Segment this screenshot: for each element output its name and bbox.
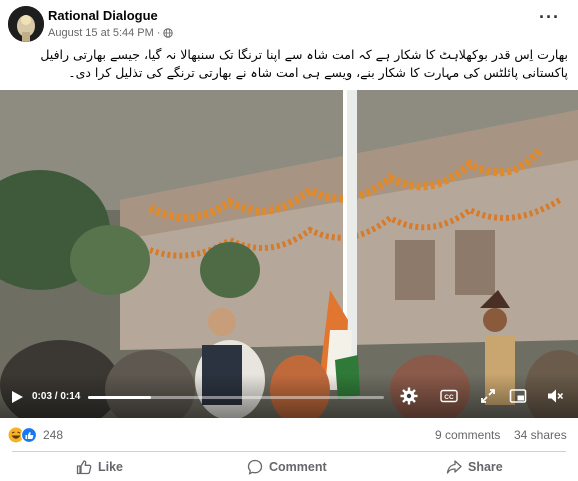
captions-icon[interactable]: CC xyxy=(440,387,458,405)
reactions-row: 248 9 comments 34 shares xyxy=(0,418,578,452)
comment-button[interactable]: Comment xyxy=(247,457,327,477)
comment-label: Comment xyxy=(269,460,327,474)
video-player[interactable]: 0:03 / 0:14 CC xyxy=(0,90,578,418)
post-author[interactable]: Rational Dialogue xyxy=(48,8,158,23)
like-reaction-icon xyxy=(20,427,38,443)
captions-label: CC xyxy=(444,394,454,401)
comments-count[interactable]: 9 comments xyxy=(435,428,500,442)
fullscreen-icon[interactable] xyxy=(479,387,497,405)
settings-icon[interactable] xyxy=(400,387,418,405)
volume-icon[interactable] xyxy=(546,387,564,405)
post-meta: August 15 at 5:44 PM · xyxy=(48,27,174,39)
video-controls: 0:03 / 0:14 CC xyxy=(0,374,578,418)
avatar[interactable] xyxy=(8,6,44,42)
video-progress-bar[interactable] xyxy=(88,396,384,399)
avatar-image xyxy=(8,6,44,42)
play-icon[interactable] xyxy=(10,390,24,404)
post-header: Rational Dialogue August 15 at 5:44 PM ·… xyxy=(0,0,578,46)
action-bar: Like Comment Share xyxy=(0,452,578,481)
reaction-icons[interactable] xyxy=(8,427,40,443)
globe-icon xyxy=(163,28,174,38)
post-caption: بھارت اِس قدر بوکھلاہٹ کا شکار ہے کہ امت… xyxy=(40,47,568,80)
video-time: 0:03 / 0:14 xyxy=(32,391,81,402)
facebook-post: Rational Dialogue August 15 at 5:44 PM ·… xyxy=(0,0,578,481)
video-progress-fill xyxy=(88,396,152,399)
shares-count[interactable]: 34 shares xyxy=(514,428,567,442)
like-label: Like xyxy=(98,460,124,474)
meta-separator: · xyxy=(156,27,161,39)
comment-icon xyxy=(247,459,263,475)
video-frame xyxy=(0,90,578,418)
reaction-count[interactable]: 248 xyxy=(43,428,63,442)
thumbs-up-icon xyxy=(76,460,92,475)
share-label: Share xyxy=(468,460,503,474)
share-icon xyxy=(446,460,462,474)
more-horizontal-icon[interactable]: ··· xyxy=(539,8,560,26)
share-button[interactable]: Share xyxy=(446,457,503,477)
post-date[interactable]: August 15 at 5:44 PM xyxy=(48,27,154,39)
miniplayer-icon[interactable] xyxy=(509,387,527,405)
like-button[interactable]: Like xyxy=(76,457,123,477)
